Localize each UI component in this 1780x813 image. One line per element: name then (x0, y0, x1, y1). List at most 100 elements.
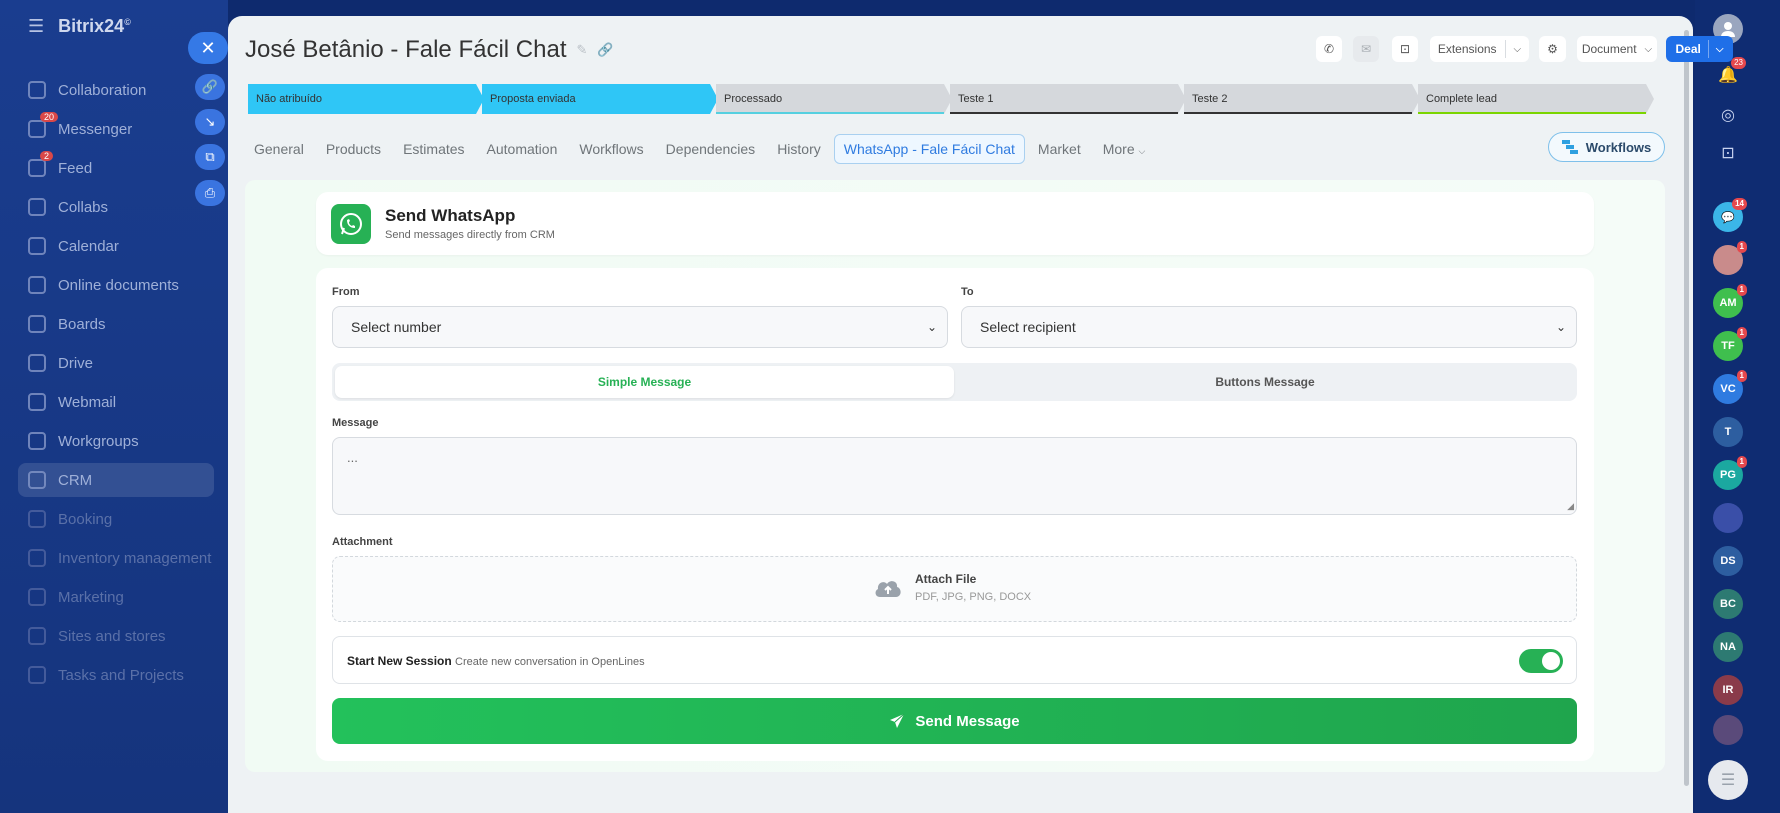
tab-workflows[interactable]: Workflows (570, 135, 652, 163)
logo[interactable]: Bitrix24© (58, 16, 131, 37)
print-button[interactable]: ⎙ (195, 180, 225, 206)
buttons-message-option[interactable]: Buttons Message (956, 366, 1574, 398)
chat-open-button[interactable]: ⊡ (1392, 36, 1418, 62)
sidebar-item-workgroups[interactable]: Workgroups (18, 424, 214, 458)
workflows-button[interactable]: Workflows (1548, 132, 1665, 162)
rail-avatar-9[interactable]: NA (1713, 632, 1743, 662)
stage-nao-atribuido[interactable]: Não atribuído (248, 84, 484, 114)
copilot-button[interactable]: ⊡ (1713, 138, 1743, 168)
activity-icon: ◎ (1721, 107, 1735, 124)
list-icon: ☰ (1720, 772, 1736, 789)
sidebar-item-marketing[interactable]: Marketing (18, 580, 214, 614)
chevron-down-icon: ⌵ (1644, 43, 1653, 55)
attach-file-title: Attach File (915, 572, 977, 586)
sidebar-item-collaboration[interactable]: Collaboration (18, 73, 214, 107)
tab-estimates[interactable]: Estimates (394, 135, 473, 163)
tab-automation[interactable]: Automation (478, 135, 567, 163)
tab-general[interactable]: General (245, 135, 313, 163)
activity-button[interactable]: ◎ (1713, 100, 1743, 130)
minimize-button[interactable]: ↘ (195, 109, 225, 135)
attach-file-dropzone[interactable]: Attach File PDF, JPG, PNG, DOCX (332, 556, 1577, 622)
document-button[interactable]: Document ⌵ (1577, 36, 1657, 62)
sidebar-item-crm[interactable]: CRM (18, 463, 214, 497)
rail-avatar-1[interactable]: AM 1 (1713, 284, 1747, 318)
tab-market[interactable]: Market (1029, 135, 1090, 163)
tasks-icon (28, 666, 46, 684)
open-new-window-button[interactable]: ⧉ (195, 144, 225, 170)
tab-dependencies[interactable]: Dependencies (657, 135, 765, 163)
sidebar-item-tasks[interactable]: Tasks and Projects (18, 658, 214, 692)
session-description: Create new conversation in OpenLines (455, 656, 645, 668)
sidebar-item-drive[interactable]: Drive (18, 346, 214, 380)
sidebar-item-sites[interactable]: Sites and stores (18, 619, 214, 653)
card-subtitle: Send messages directly from CRM (385, 229, 555, 241)
sidebar-item-calendar[interactable]: Calendar (18, 229, 214, 263)
close-slider-button[interactable]: ✕ (188, 32, 228, 64)
rail-avatar-6[interactable] (1713, 503, 1743, 533)
rail-avatar-3[interactable]: VC 1 (1713, 370, 1747, 404)
new-session-toggle[interactable] (1519, 649, 1563, 673)
rail-avatar-2[interactable]: TF 1 (1713, 327, 1747, 361)
rail-avatar-0[interactable]: 1 (1713, 241, 1747, 275)
chat-button[interactable]: 💬 14 (1713, 198, 1747, 232)
rail-menu-button[interactable]: ☰ (1708, 760, 1748, 800)
feed-badge: 2 (40, 151, 54, 161)
settings-button[interactable]: ⚙ (1539, 36, 1566, 62)
to-select[interactable]: Select recipient ⌄ (961, 306, 1577, 348)
card-title: Send WhatsApp (385, 206, 516, 225)
stage-teste-2[interactable]: Teste 2 (1184, 84, 1420, 114)
gear-icon: ⚙ (1547, 42, 1558, 56)
marketing-icon (28, 588, 46, 606)
rail-avatar-4[interactable]: T (1713, 417, 1743, 447)
message-textarea[interactable]: ... ◢ (332, 437, 1577, 515)
send-message-button[interactable]: Send Message (332, 698, 1577, 744)
simple-message-option[interactable]: Simple Message (335, 366, 954, 398)
tab-history[interactable]: History (768, 135, 830, 163)
call-button[interactable]: ✆ (1316, 36, 1342, 62)
sidebar-header: ☰ Bitrix24© (28, 16, 131, 37)
sidebar-item-messenger[interactable]: 20 Messenger (18, 112, 214, 146)
workgroups-icon (28, 432, 46, 450)
sidebar-item-booking[interactable]: Booking (18, 502, 214, 536)
to-label: To (961, 286, 974, 298)
mail-icon: ✉ (1360, 42, 1372, 56)
cloud-upload-icon (875, 581, 901, 597)
deal-button[interactable]: Deal ⌵ (1666, 36, 1733, 62)
stage-proposta-enviada[interactable]: Proposta enviada (482, 84, 718, 114)
phone-icon: ✆ (1323, 42, 1335, 56)
extensions-button[interactable]: Extensions ⌵ (1430, 36, 1529, 62)
whatsapp-icon (331, 204, 371, 244)
tab-products[interactable]: Products (317, 135, 390, 163)
chat-bubble-icon: ⊡ (1399, 42, 1411, 56)
stage-complete-lead[interactable]: Complete lead (1418, 84, 1654, 114)
menu-icon[interactable]: ☰ (28, 16, 44, 37)
collaboration-icon (28, 81, 46, 99)
panel-scrollbar[interactable] (1684, 30, 1689, 786)
tab-more[interactable]: More ⌵ (1094, 135, 1155, 163)
sidebar-item-collabs[interactable]: Collabs (18, 190, 214, 224)
tab-whatsapp[interactable]: WhatsApp - Fale Fácil Chat (833, 134, 1025, 164)
sidebar-item-feed[interactable]: 2 Feed (18, 151, 214, 185)
notifications-button[interactable]: 🔔 23 (1713, 57, 1746, 90)
whatsapp-form-card: From Select number ⌄ To Select recipient… (316, 268, 1594, 761)
from-select[interactable]: Select number ⌄ (332, 306, 948, 348)
paper-plane-icon (890, 713, 905, 728)
sidebar-item-inventory[interactable]: Inventory management (18, 541, 214, 575)
sidebar-item-online-documents[interactable]: Online documents (18, 268, 214, 302)
edit-title-icon[interactable]: ✎ (576, 42, 587, 58)
rail-avatar-10[interactable]: IR (1713, 675, 1743, 705)
sidebar-item-boards[interactable]: Boards (18, 307, 214, 341)
resize-handle-icon[interactable]: ◢ (1567, 501, 1574, 512)
left-sidebar: ☰ Bitrix24© Collaboration 20 Messenger 2F… (0, 0, 228, 813)
copy-link-button[interactable]: 🔗 (195, 74, 225, 100)
link-title-icon[interactable]: 🔗 (597, 42, 613, 58)
stage-processado[interactable]: Processado (716, 84, 952, 114)
rail-avatar-7[interactable]: DS (1713, 546, 1743, 576)
rail-avatar-5[interactable]: PG 1 (1713, 456, 1747, 490)
attach-file-types: PDF, JPG, PNG, DOCX (915, 591, 1032, 603)
rail-avatar-11[interactable] (1713, 715, 1743, 745)
email-button[interactable]: ✉ (1353, 36, 1379, 62)
rail-avatar-8[interactable]: BC (1713, 589, 1743, 619)
sidebar-item-webmail[interactable]: Webmail (18, 385, 214, 419)
stage-teste-1[interactable]: Teste 1 (950, 84, 1186, 114)
